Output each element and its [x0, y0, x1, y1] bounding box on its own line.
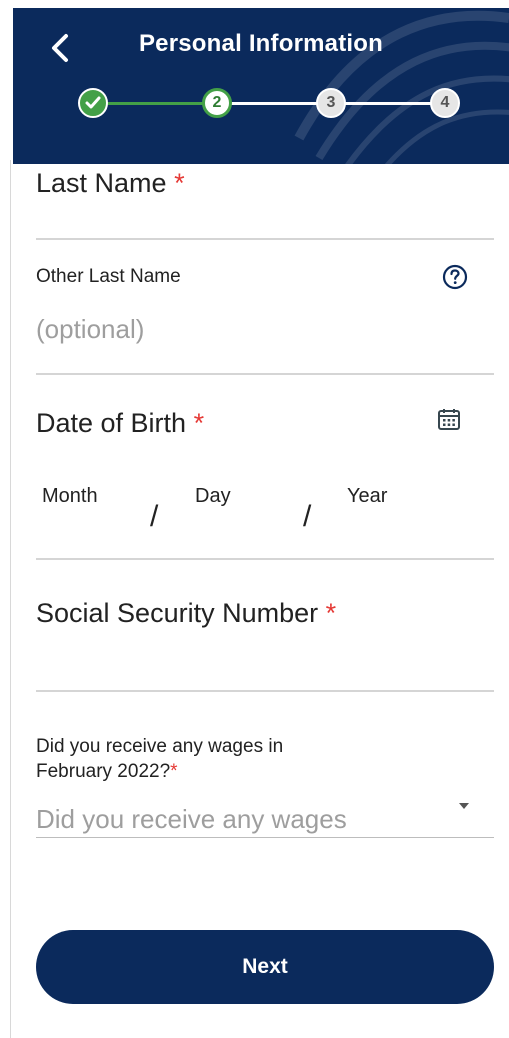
wages-label-line2: February 2022?: [36, 761, 171, 782]
page-title: Personal Information: [138, 30, 384, 57]
dob-year-input[interactable]: Year: [347, 485, 387, 508]
other-last-name-label: Other Last Name: [36, 266, 181, 287]
dob-label: Date of Birth *: [36, 408, 204, 439]
step-3-upcoming: 3: [316, 88, 346, 118]
step-connector-1: [104, 102, 216, 105]
dob-underline: [36, 558, 494, 560]
ssn-field[interactable]: Social Security Number *: [36, 598, 336, 629]
wages-select[interactable]: Did you receive any wages: [36, 804, 347, 835]
step-4-upcoming: 4: [430, 88, 460, 118]
step-connector-3: [340, 102, 440, 105]
required-mark: *: [325, 598, 337, 628]
next-button[interactable]: Next: [36, 930, 494, 1004]
wages-label: Did you receive any wages in February 20…: [36, 734, 283, 784]
header-bar: Personal Information 2 3 4: [13, 8, 509, 164]
other-last-name-input[interactable]: (optional): [36, 314, 144, 345]
help-button[interactable]: [440, 262, 470, 292]
required-mark: *: [174, 168, 185, 198]
left-border: [10, 160, 11, 1038]
dob-separator: /: [150, 500, 159, 533]
wages-underline: [36, 837, 494, 838]
required-mark: *: [170, 761, 178, 782]
last-name-label: Last Name: [36, 168, 167, 198]
screen: Personal Information 2 3 4 Last Name * O…: [0, 0, 509, 1038]
step-connector-2: [226, 102, 330, 105]
dob-day-input[interactable]: Day: [195, 485, 231, 508]
last-name-underline: [36, 238, 494, 240]
wages-label-line1: Did you receive any wages in: [36, 736, 284, 757]
check-icon: [85, 96, 101, 109]
ssn-label: Social Security Number: [36, 598, 319, 628]
step-2-current: 2: [202, 88, 232, 118]
progress-stepper: 2 3 4: [78, 86, 460, 120]
help-circle-icon: [442, 264, 468, 290]
dob-separator: /: [303, 500, 312, 533]
step-1-complete: [78, 88, 108, 118]
calendar-icon: [438, 409, 460, 430]
last-name-field[interactable]: Last Name *: [36, 168, 185, 199]
dob-month-input[interactable]: Month: [42, 485, 98, 508]
calendar-button[interactable]: [434, 404, 464, 434]
required-mark: *: [193, 408, 205, 438]
dob-label-text: Date of Birth: [36, 408, 187, 438]
ssn-underline: [36, 690, 494, 692]
caret-down-icon[interactable]: [459, 803, 469, 809]
other-last-name-underline: [36, 373, 494, 375]
